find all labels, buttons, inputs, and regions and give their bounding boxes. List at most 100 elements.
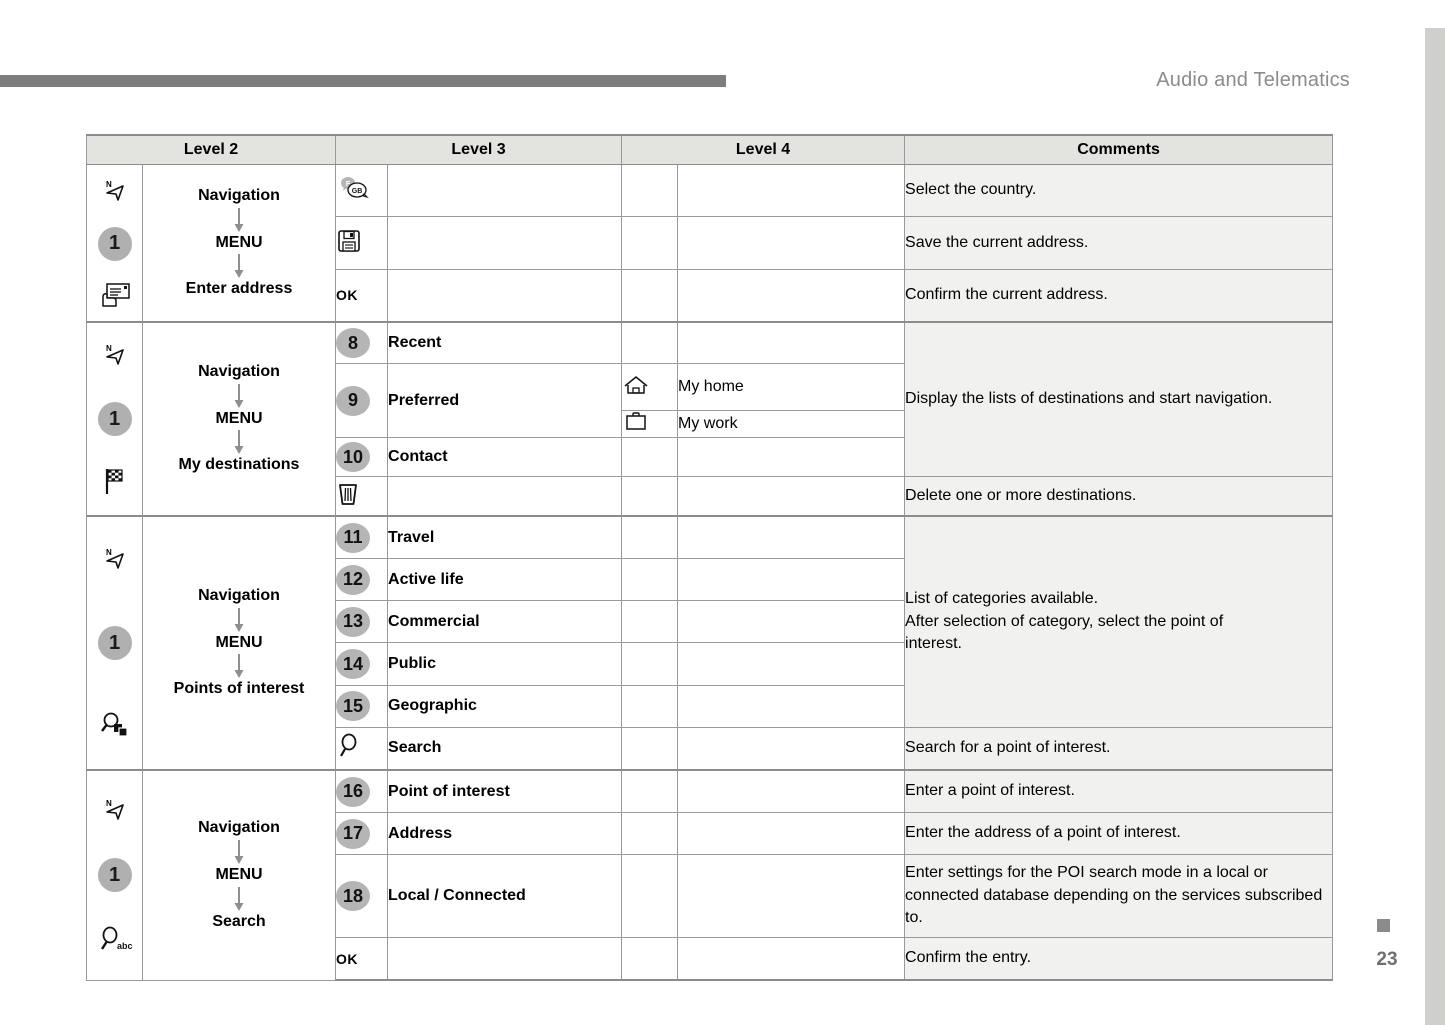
- level4-icon-empty: [621, 268, 679, 323]
- level4-icon-home[interactable]: [621, 363, 679, 411]
- level3-label-recent[interactable]: Recent: [387, 321, 623, 364]
- level3-label-active-life[interactable]: Active life: [387, 558, 623, 602]
- level4-label-my-work[interactable]: My work: [677, 410, 906, 438]
- svg-text:N: N: [106, 799, 112, 808]
- level4-label-my-home[interactable]: My home: [677, 363, 906, 411]
- level3-badge-16[interactable]: 16: [335, 769, 389, 813]
- page-number: 23: [1376, 949, 1398, 970]
- comment-cell: Search for a point of interest.: [904, 726, 1334, 771]
- level3-label-contact[interactable]: Contact: [387, 437, 623, 477]
- level3-badge-8[interactable]: 8: [335, 321, 389, 364]
- number-badge: 12: [336, 564, 371, 595]
- level3-label-preferred[interactable]: Preferred: [387, 363, 623, 438]
- arrow-down-icon: [147, 207, 331, 233]
- number-badge: 18: [336, 881, 371, 911]
- column-header-level-4: Level 4: [621, 134, 906, 165]
- comment-line-3: interest.: [905, 635, 962, 653]
- comment-cell: Select the country.: [904, 163, 1334, 218]
- number-badge: 17: [336, 818, 371, 849]
- comment-cell-merged: List of categories available. After sele…: [904, 514, 1334, 728]
- level4-icon-empty: [621, 437, 679, 477]
- comment-line-2: After selection of category, select the …: [905, 612, 1224, 630]
- path-level-3: Enter address: [185, 280, 293, 298]
- comment-cell: Confirm the entry.: [904, 937, 1334, 981]
- country-language-icon: F GB: [336, 175, 370, 203]
- number-one-badge: 1: [97, 226, 132, 261]
- level3-badge-11[interactable]: 11: [335, 515, 389, 560]
- level3-label-geographic[interactable]: Geographic: [387, 684, 623, 728]
- level3-label-local-connected[interactable]: Local / Connected: [387, 854, 623, 938]
- group-path-points-of-interest: Navigation MENU Points of interest: [141, 515, 337, 771]
- level4-icon-empty: [621, 937, 679, 981]
- arrow-down-icon: [147, 839, 331, 865]
- level4-icon-empty: [621, 216, 679, 270]
- level4-label-empty: [677, 600, 906, 644]
- level3-label-travel[interactable]: Travel: [387, 515, 623, 560]
- arrow-down-icon: [147, 429, 331, 455]
- level3-icon-search[interactable]: [335, 726, 389, 771]
- level3-label-address[interactable]: Address: [387, 812, 623, 855]
- level3-icon-delete[interactable]: [335, 476, 389, 517]
- path-level-3: Search: [212, 912, 266, 930]
- group-icons-enter-address: N 1: [86, 164, 143, 323]
- column-header-comments: Comments: [904, 134, 1334, 165]
- path-level-1: Navigation: [198, 586, 280, 604]
- number-one-badge: 1: [97, 858, 132, 893]
- trash-icon: [336, 481, 360, 507]
- comment-cell: Confirm the current address.: [904, 268, 1334, 323]
- manual-page: Audio and Telematics Level 2 Level 3 Lev…: [0, 0, 1445, 1025]
- path-level-2: MENU: [215, 865, 263, 883]
- level3-ok-button[interactable]: OK: [335, 937, 389, 981]
- level3-label-search[interactable]: Search: [387, 726, 623, 771]
- level4-icon-empty: [621, 476, 679, 517]
- level3-badge-14[interactable]: 14: [335, 642, 389, 686]
- level4-label-empty: [677, 268, 906, 323]
- comment-cell: Save the current address.: [904, 216, 1334, 270]
- svg-text:N: N: [106, 180, 112, 189]
- level3-icon-save[interactable]: [335, 216, 389, 270]
- floppy-save-icon: [336, 228, 362, 254]
- path-level-1: Navigation: [198, 819, 280, 837]
- level4-label-empty: [677, 812, 906, 855]
- svg-text:N: N: [106, 344, 112, 353]
- level3-label-point-of-interest[interactable]: Point of interest: [387, 769, 623, 813]
- level4-label-empty: [677, 476, 906, 517]
- table-header: Level 2 Level 3 Level 4 Comments: [85, 134, 1334, 165]
- level3-badge-10[interactable]: 10: [335, 437, 389, 477]
- group-icons-search: N 1 abc: [86, 769, 143, 981]
- level3-badge-13[interactable]: 13: [335, 600, 389, 644]
- level3-badge-15[interactable]: 15: [335, 684, 389, 728]
- compass-north-icon: N: [100, 342, 130, 372]
- comment-cell: Enter settings for the POI search mode i…: [904, 854, 1334, 938]
- level4-icon-work[interactable]: [621, 410, 679, 438]
- level3-label-commercial[interactable]: Commercial: [387, 600, 623, 644]
- number-badge: 15: [336, 691, 371, 722]
- arrow-down-icon: [147, 607, 331, 633]
- number-one-badge: 1: [97, 626, 132, 660]
- level4-icon-empty: [621, 854, 679, 938]
- level3-icon-country[interactable]: F GB: [335, 163, 389, 218]
- level3-badge-17[interactable]: 17: [335, 812, 389, 855]
- briefcase-icon: [622, 411, 650, 433]
- level3-badge-18[interactable]: 18: [335, 854, 389, 938]
- level3-label-empty: [387, 268, 623, 323]
- level3-badge-12[interactable]: 12: [335, 558, 389, 602]
- comment-line-1: List of categories available.: [905, 589, 1099, 607]
- level4-label-empty: [677, 642, 906, 686]
- table-row: N 1: [86, 321, 1334, 517]
- level3-badge-9[interactable]: 9: [335, 363, 389, 438]
- magnifier-abc-icon: abc: [97, 924, 133, 954]
- level4-label-empty: [677, 515, 906, 560]
- level3-ok-button[interactable]: OK: [335, 268, 389, 323]
- compass-north-icon: N: [100, 797, 130, 827]
- arrow-down-icon: [147, 253, 331, 279]
- header-rule: [0, 75, 726, 87]
- level4-label-empty: [677, 726, 906, 771]
- path-level-3: My destinations: [178, 456, 300, 474]
- level4-icon-empty: [621, 684, 679, 728]
- column-header-level-2: Level 2: [85, 134, 337, 165]
- number-badge: 14: [336, 649, 371, 680]
- level3-label-public[interactable]: Public: [387, 642, 623, 686]
- table-header-row: Level 2 Level 3 Level 4 Comments: [85, 134, 1334, 165]
- home-icon: [622, 374, 650, 396]
